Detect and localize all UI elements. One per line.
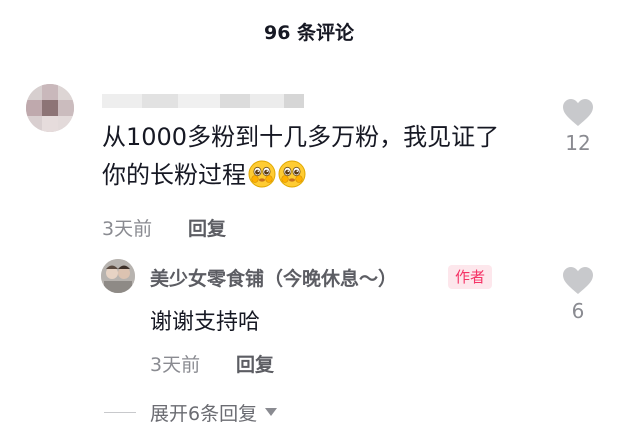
reply-like-count: 6	[571, 299, 585, 323]
author-avatar[interactable]	[101, 259, 135, 293]
expand-replies-label: 展开6条回复	[150, 402, 258, 425]
expand-divider-line	[104, 411, 136, 413]
expand-replies-button[interactable]: 展开6条回复	[104, 400, 278, 425]
reply-body: 谢谢支持哈	[150, 310, 261, 335]
pleading-face-emoji-icon	[278, 160, 306, 188]
chevron-down-icon	[265, 408, 278, 416]
comment-timestamp: 3天前	[102, 218, 153, 240]
comment-like-heart-icon[interactable]	[562, 98, 594, 128]
author-badge: 作者	[448, 265, 493, 289]
comment-text-line-1: 从1000多粉到十几多万粉，我见证了	[102, 123, 500, 151]
reply-timestamp: 3天前	[150, 354, 201, 376]
author-name[interactable]: 美少女零食铺（今晚休息～）	[150, 264, 397, 291]
comment-text-line-2-text: 你的长粉过程	[102, 161, 246, 189]
reply-reply-button[interactable]: 回复	[236, 350, 274, 377]
reply-like-heart-icon[interactable]	[562, 266, 594, 296]
author-avatar-photo-icon	[101, 259, 135, 293]
pleading-face-emoji-icon	[248, 160, 276, 188]
comments-header-title: 96 条评论	[263, 22, 355, 44]
comment-like-count: 12	[565, 131, 591, 155]
comment-body: 从1000多粉到十几多万粉，我见证了 你的长粉过程	[102, 118, 542, 194]
comment-reply-button[interactable]: 回复	[188, 214, 226, 241]
comment-text-line-2: 你的长粉过程	[102, 156, 542, 194]
commenter-avatar[interactable]	[26, 84, 74, 132]
commenter-username-redacted[interactable]	[102, 90, 312, 112]
